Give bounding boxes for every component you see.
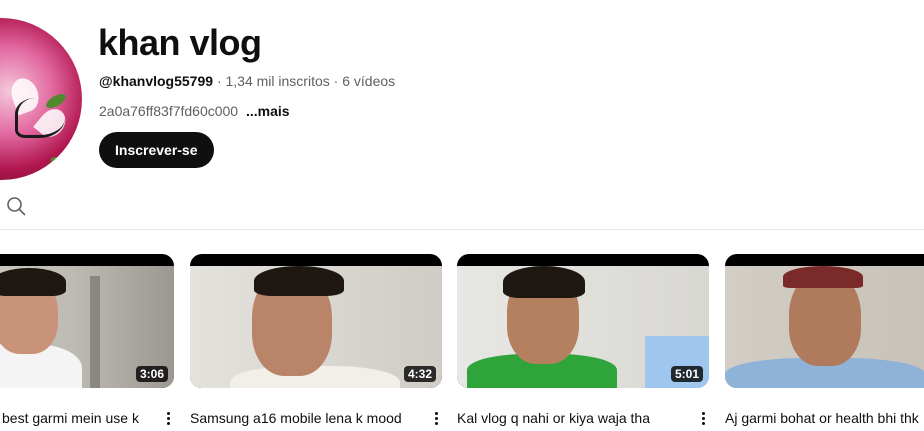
video-duration: 5:01 [670, 366, 703, 382]
channel-avatar[interactable] [0, 18, 82, 180]
more-actions-icon[interactable] [699, 410, 707, 428]
video-thumbnail[interactable]: 4:32 [190, 254, 442, 388]
channel-handle: @khanvlog55799 [99, 73, 214, 89]
video-card[interactable]: 3:06 best garmi mein use k [0, 254, 174, 426]
video-card[interactable]: 4:32 Samsung a16 mobile lena k mood [190, 254, 442, 426]
meta-separator: · [216, 73, 222, 89]
subscribe-button[interactable]: Inscrever-se [99, 132, 214, 168]
video-duration: 3:06 [135, 366, 168, 382]
video-thumbnail[interactable]: 5:01 [457, 254, 709, 388]
meta-separator: · [333, 73, 339, 89]
video-count: 6 vídeos [342, 73, 396, 89]
tabs-divider [0, 229, 924, 230]
person-hair [503, 266, 585, 298]
person-hair [0, 268, 66, 296]
video-title-line1: Samsung a16 mobile lena k mood [190, 410, 402, 426]
video-thumbnail[interactable] [725, 254, 924, 388]
subscriber-count: 1,34 mil inscritos [225, 73, 330, 89]
more-actions-icon[interactable] [432, 410, 440, 428]
search-icon[interactable] [6, 196, 26, 216]
channel-page: khan vlog @khanvlog55799 · 1,34 mil insc… [0, 0, 924, 431]
avatar-calligraphy [15, 98, 65, 138]
person-cap [783, 266, 863, 288]
video-duration: 4:32 [403, 366, 436, 382]
video-card[interactable]: Aj garmi bohat or health bhi thk [725, 254, 924, 426]
channel-meta: @khanvlog55799 · 1,34 mil inscritos · 6 … [99, 73, 395, 89]
video-title[interactable]: Samsung a16 mobile lena k mood [190, 408, 418, 428]
more-actions-icon[interactable] [164, 410, 172, 428]
door-frame [90, 276, 100, 388]
person-hair [254, 266, 344, 296]
video-title[interactable]: Aj garmi bohat or health bhi thk [725, 408, 924, 428]
video-title[interactable]: Kal vlog q nahi or kiya waja tha [457, 408, 685, 428]
channel-description[interactable]: 2a0a76ff83f7fd60c000 ...mais [99, 103, 290, 119]
more-link[interactable]: ...mais [246, 103, 290, 119]
description-text: 2a0a76ff83f7fd60c000 [99, 103, 239, 119]
thumbnail-image [725, 266, 924, 388]
video-thumbnail[interactable]: 3:06 [0, 254, 174, 388]
channel-title: khan vlog [98, 22, 262, 63]
video-card[interactable]: 5:01 Kal vlog q nahi or kiya waja tha [457, 254, 709, 426]
video-title[interactable]: best garmi mein use k [2, 408, 152, 428]
avatar-leaf [48, 154, 74, 172]
